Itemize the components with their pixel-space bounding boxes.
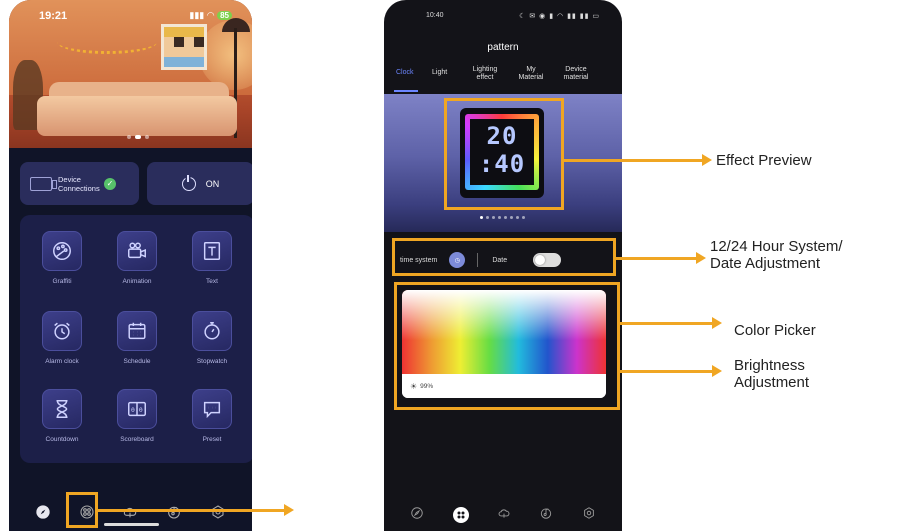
tile-label: Preset: [202, 436, 222, 443]
tile-preset[interactable]: Preset: [182, 389, 242, 455]
tab-clock[interactable]: Clock: [396, 69, 414, 77]
home-indicator: [104, 523, 159, 526]
tile-schedule[interactable]: Schedule: [107, 311, 167, 377]
nav-compass-button[interactable]: [34, 503, 52, 521]
tile-label: Animation: [122, 278, 152, 285]
hour-system-annotation-line2: Date Adjustment: [710, 255, 821, 272]
music-icon: [541, 507, 552, 519]
hour-system-annotation: 12/24 Hour System/ Date Adjustment: [710, 238, 843, 272]
tile-label: Countdown: [45, 436, 79, 443]
preview-page-dots[interactable]: [480, 216, 525, 219]
alarm-clock-icon: [54, 322, 70, 340]
battery-icon: 85: [217, 11, 232, 20]
tile-countdown[interactable]: Countdown: [32, 389, 92, 455]
tile-label: Text: [206, 278, 218, 285]
active-tab-indicator: [394, 90, 418, 92]
power-button[interactable]: ON: [147, 162, 252, 205]
room-banner-image: 19:21 ▮▮▮ ◠ 85: [9, 0, 252, 148]
hour-system-annotation-line1: 12/24 Hour System/: [710, 238, 843, 255]
color-picker-highlight: [394, 282, 620, 410]
tile-label: Graffiti: [52, 278, 72, 285]
color-picker-line: [620, 322, 712, 325]
tile-scoreboard[interactable]: 00 Scoreboard: [107, 389, 167, 455]
connected-check-icon: ✓: [104, 177, 116, 190]
device-icon: [30, 176, 57, 191]
arrow-head: [712, 317, 722, 329]
compass-icon: [411, 506, 423, 519]
arrow-head: [702, 154, 712, 166]
tile-animation[interactable]: Animation: [107, 231, 167, 297]
brightness-annotation: Brightness Adjustment: [734, 357, 809, 391]
nav-pattern-button[interactable]: [452, 507, 469, 523]
cloud-icon: [498, 508, 510, 518]
stopwatch-icon: [204, 322, 220, 340]
status-time: 19:21: [39, 10, 68, 22]
effect-preview-line: [564, 159, 702, 162]
text-icon: [203, 242, 221, 260]
tile-alarm-clock[interactable]: Alarm clock: [32, 311, 92, 377]
arrow-head: [284, 504, 294, 516]
nav-pattern-arrow-line: [98, 509, 284, 512]
status-time: 10:40: [426, 12, 444, 19]
status-bar: 19:21 ▮▮▮ ◠ 85: [9, 10, 252, 24]
hour-system-highlight: [392, 238, 616, 276]
page-title: pattern: [487, 42, 519, 53]
effect-preview-highlight: [444, 98, 564, 210]
nav-compass-button[interactable]: [410, 506, 424, 525]
tile-label: Schedule: [123, 358, 151, 365]
svg-text:0: 0: [131, 406, 135, 414]
power-label: ON: [205, 178, 220, 189]
stage: 19:21 ▮▮▮ ◠ 85 Device Connections ✓ ON G…: [0, 0, 907, 531]
hourglass-icon: [56, 400, 68, 418]
home-screen: 19:21 ▮▮▮ ◠ 85 Device Connections ✓ ON G…: [9, 0, 252, 531]
pixel-art-frame: [161, 24, 207, 70]
sofa: [37, 96, 237, 136]
camera-icon: [128, 242, 146, 259]
color-picker-annotation: Color Picker: [734, 322, 816, 339]
bottom-nav: [384, 503, 622, 527]
brightness-annotation-line1: Brightness: [734, 357, 805, 374]
nav-settings-button[interactable]: [582, 506, 596, 525]
tab-lighting-effect[interactable]: Lighting effect: [468, 66, 502, 82]
nav-music-button[interactable]: [539, 506, 553, 525]
device-connections-label: Device Connections: [58, 174, 100, 193]
tile-stopwatch[interactable]: Stopwatch: [182, 311, 242, 377]
arrow-head: [696, 252, 706, 264]
feature-grid: Graffiti Animation Text Alarm clock Sche…: [20, 215, 252, 463]
calendar-icon: [128, 322, 146, 340]
effect-preview-annotation: Effect Preview: [716, 152, 812, 169]
status-bar: 10:40 ☾ ✉ ◉ ▮ ◠ ▮▮ ▮▮ ▭: [384, 12, 622, 24]
compass-icon: [36, 504, 50, 519]
tab-my-material[interactable]: My Material: [516, 66, 546, 82]
device-connections-button[interactable]: Device Connections ✓: [20, 162, 139, 205]
pattern-icon: [457, 511, 465, 519]
hour-system-line: [616, 257, 696, 260]
status-icons: ☾ ✉ ◉ ▮ ◠ ▮▮ ▮▮ ▭: [519, 13, 600, 20]
scoreboard-icon: 00: [128, 401, 146, 417]
arrow-head: [712, 365, 722, 377]
palette-icon: [53, 242, 71, 260]
tile-graffiti[interactable]: Graffiti: [32, 231, 92, 297]
tile-label: Stopwatch: [196, 358, 228, 365]
status-icons: ▮▮▮ ◠ 85: [189, 10, 232, 21]
nav-cloud-button[interactable]: [497, 506, 511, 525]
tab-light[interactable]: Light: [432, 69, 447, 77]
svg-text:0: 0: [139, 406, 143, 414]
garland-decoration: [57, 30, 157, 54]
tile-label: Scoreboard: [120, 436, 154, 443]
nav-pattern-highlight: [66, 492, 98, 528]
power-icon: [181, 174, 196, 191]
carousel-dots[interactable]: [127, 135, 149, 139]
brightness-annotation-line2: Adjustment: [734, 374, 810, 391]
chat-bubble-icon: [203, 401, 221, 419]
brightness-line: [620, 370, 712, 373]
tab-bar: Clock Light Lighting effect My Material …: [394, 66, 620, 92]
tile-text[interactable]: Text: [182, 231, 242, 297]
tile-label: Alarm clock: [45, 358, 79, 365]
settings-icon: [583, 506, 594, 519]
tab-device-material[interactable]: Device material: [558, 66, 594, 82]
